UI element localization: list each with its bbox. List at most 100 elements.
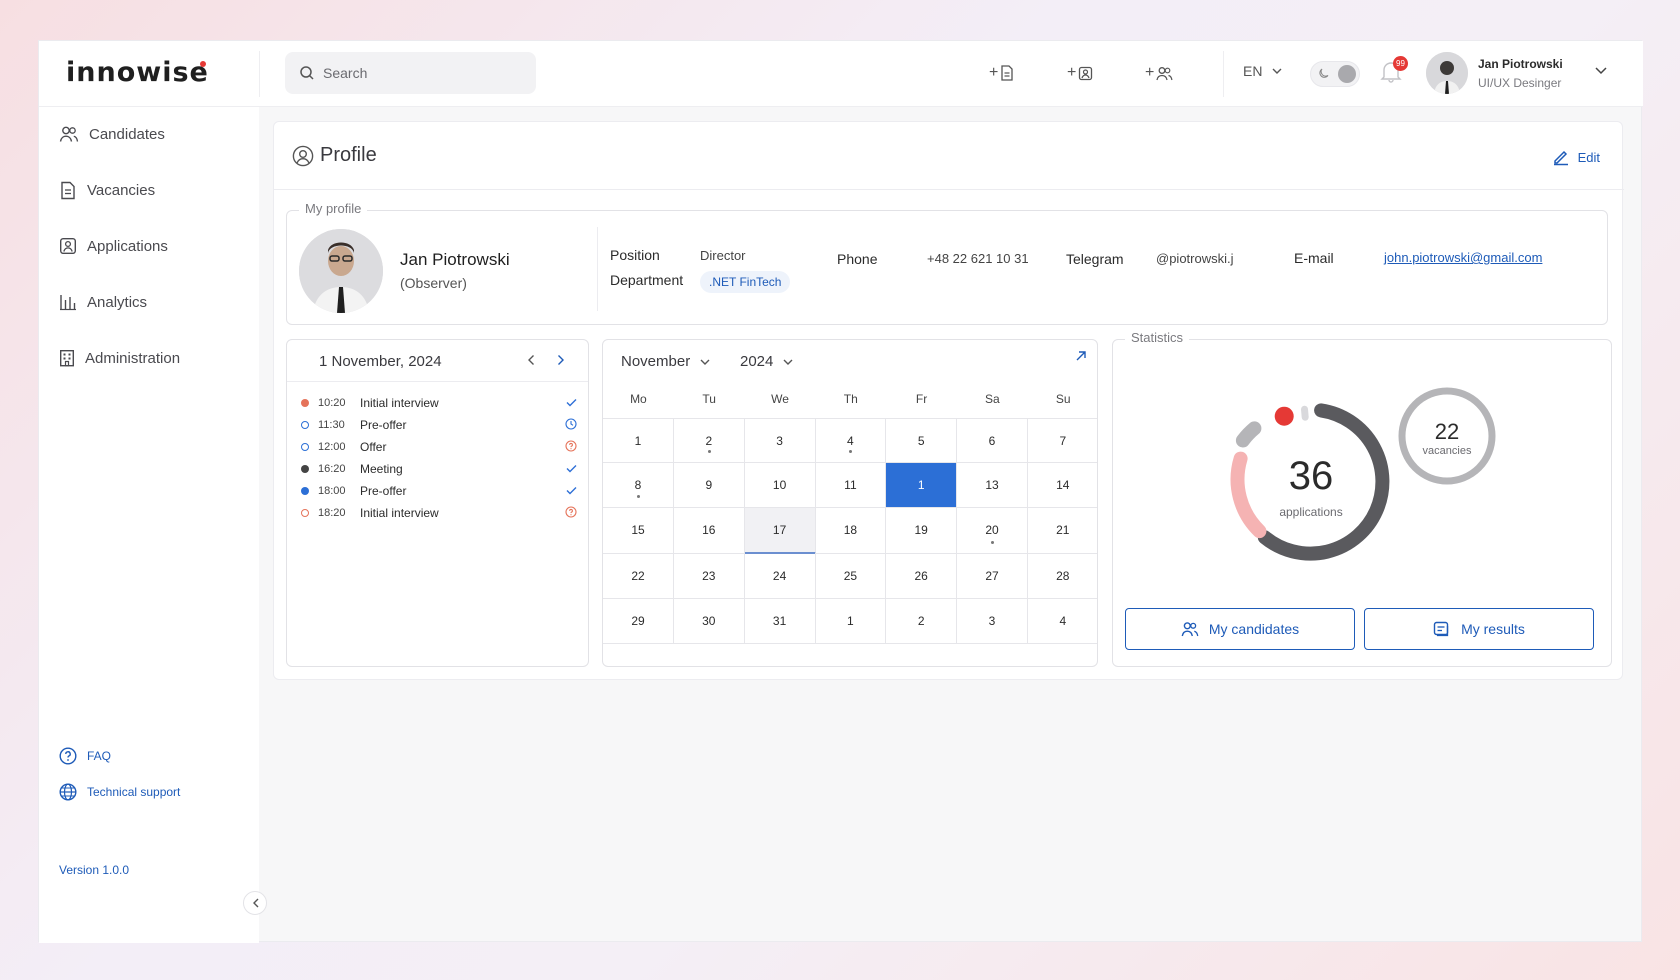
add-application-button[interactable]: + bbox=[1067, 61, 1093, 85]
calendar-day[interactable]: 6 bbox=[957, 418, 1028, 464]
day-number: 25 bbox=[843, 568, 858, 583]
technical-support-link[interactable]: Technical support bbox=[59, 783, 180, 801]
calendar-day[interactable]: 8 bbox=[603, 463, 674, 509]
users-icon bbox=[59, 126, 79, 142]
calendar-day[interactable]: 2 bbox=[673, 418, 745, 464]
vacancies-count: 22 bbox=[1434, 419, 1460, 444]
email-link[interactable]: john.piotrowski@gmail.com bbox=[1384, 250, 1542, 265]
day-number: 2 bbox=[705, 433, 713, 448]
position-label: Position bbox=[610, 247, 660, 263]
year-select[interactable]: 2024 bbox=[740, 353, 793, 370]
calendar-day[interactable]: 2 bbox=[886, 598, 958, 644]
calendar-day[interactable]: 5 bbox=[886, 418, 958, 464]
day-number: 21 bbox=[1056, 523, 1070, 538]
expand-icon[interactable] bbox=[1075, 350, 1087, 362]
month-label: November bbox=[621, 353, 691, 370]
theme-toggle[interactable] bbox=[1310, 61, 1360, 87]
language-select[interactable]: EN bbox=[1243, 63, 1282, 79]
sidebar-item-vacancies[interactable]: Vacancies bbox=[59, 181, 155, 200]
calendar-day[interactable]: 1 bbox=[815, 598, 887, 644]
calendar-day[interactable]: 14 bbox=[1027, 463, 1097, 509]
event-row[interactable]: 18:20 Initial interview bbox=[301, 503, 577, 523]
profile-card: Profile Edit My profile Jan Piotrowski (… bbox=[273, 121, 1624, 680]
collapse-sidebar-button[interactable] bbox=[243, 891, 267, 915]
calendar-day[interactable]: 9 bbox=[673, 463, 745, 509]
logo: innowise bbox=[66, 57, 209, 88]
event-status-dot bbox=[301, 465, 309, 473]
chevron-right-icon[interactable] bbox=[557, 354, 565, 366]
event-row[interactable]: 18:00 Pre-offer bbox=[301, 481, 577, 501]
calendar-day[interactable]: 20 bbox=[957, 508, 1028, 554]
calendar-day[interactable]: 17 bbox=[744, 508, 816, 554]
sidebar-item-administration[interactable]: Administration bbox=[59, 349, 180, 367]
event-row[interactable]: 10:20 Initial interview bbox=[301, 393, 577, 413]
my-candidates-button[interactable]: My candidates bbox=[1125, 608, 1355, 650]
schedule-date: 1 November, 2024 bbox=[319, 353, 442, 370]
divider bbox=[597, 227, 598, 311]
add-vacancy-button[interactable]: + bbox=[989, 61, 1014, 85]
sidebar-item-candidates[interactable]: Candidates bbox=[59, 125, 165, 143]
avatar[interactable] bbox=[1426, 52, 1468, 94]
event-row[interactable]: 11:30 Pre-offer bbox=[301, 415, 577, 435]
calendar-day[interactable]: 15 bbox=[603, 508, 674, 554]
event-row[interactable]: 12:00 Offer bbox=[301, 437, 577, 457]
sidebar-item-label: Candidates bbox=[89, 125, 165, 143]
sidebar-item-applications[interactable]: Applications bbox=[59, 237, 168, 255]
event-title: Offer bbox=[360, 440, 387, 454]
calendar-day[interactable]: 18 bbox=[815, 508, 887, 554]
calendar-day[interactable]: 27 bbox=[957, 553, 1028, 599]
card-header: Profile Edit bbox=[274, 122, 1624, 190]
statistics-section: Statistics 36 applications 22 vacancies … bbox=[1112, 330, 1612, 667]
chevron-left-icon[interactable] bbox=[527, 354, 535, 366]
day-number: 6 bbox=[988, 433, 996, 448]
calendar-day[interactable]: 13 bbox=[957, 463, 1028, 509]
calendar-day[interactable]: 25 bbox=[815, 553, 887, 599]
calendar-day[interactable]: 3 bbox=[744, 418, 816, 464]
day-number: 9 bbox=[705, 478, 713, 493]
sidebar-item-analytics[interactable]: Analytics bbox=[59, 293, 147, 311]
add-candidate-button[interactable]: + bbox=[1145, 61, 1173, 85]
calendar-day[interactable]: 21 bbox=[1027, 508, 1097, 554]
event-status-dot bbox=[301, 443, 309, 451]
calendar-day[interactable]: 30 bbox=[673, 598, 745, 644]
email-label: E-mail bbox=[1294, 250, 1334, 266]
calendar-day[interactable]: 29 bbox=[603, 598, 674, 644]
calendar-day[interactable]: 1 bbox=[603, 418, 674, 464]
plus-label: + bbox=[1145, 64, 1155, 81]
calendar-day[interactable]: 3 bbox=[957, 598, 1028, 644]
weekday-label: We bbox=[771, 392, 789, 406]
event-row[interactable]: 16:20 Meeting bbox=[301, 459, 577, 479]
calendar-day[interactable]: 11 bbox=[815, 463, 887, 509]
calendar-day[interactable]: 10 bbox=[744, 463, 816, 509]
top-bar: innowise Search + + + EN 99 Jan Piotrows… bbox=[39, 41, 1643, 107]
page-title-text: Profile bbox=[320, 144, 377, 166]
calendar-day[interactable]: 22 bbox=[603, 553, 674, 599]
application-icon bbox=[1079, 66, 1093, 80]
calendar-day[interactable]: 19 bbox=[886, 508, 958, 554]
chevron-down-icon[interactable] bbox=[1595, 67, 1607, 75]
language-label: EN bbox=[1243, 63, 1263, 79]
calendar-day[interactable]: 31 bbox=[744, 598, 816, 644]
edit-button[interactable]: Edit bbox=[1552, 148, 1600, 166]
calendar-day[interactable]: 7 bbox=[1027, 418, 1097, 464]
sidebar-item-label: Analytics bbox=[87, 293, 148, 311]
chevron-down-icon bbox=[700, 359, 710, 365]
calendar-day[interactable]: 24 bbox=[744, 553, 816, 599]
my-results-button[interactable]: My results bbox=[1364, 608, 1594, 650]
calendar-day[interactable]: 4 bbox=[815, 418, 887, 464]
chevron-left-icon bbox=[252, 898, 258, 908]
calendar-day[interactable]: 16 bbox=[673, 508, 745, 554]
calendar-day[interactable]: 26 bbox=[886, 553, 958, 599]
calendar-day[interactable]: 23 bbox=[673, 553, 745, 599]
day-number: 30 bbox=[702, 613, 716, 628]
calendar-day[interactable]: 28 bbox=[1027, 554, 1097, 599]
calendar-day[interactable]: 1 bbox=[886, 463, 958, 509]
my-candidates-label: My candidates bbox=[1208, 621, 1300, 637]
month-select[interactable]: November bbox=[621, 353, 710, 370]
weekday-label: Th bbox=[843, 392, 858, 406]
calendar-day[interactable]: 4 bbox=[1027, 599, 1097, 644]
day-number: 23 bbox=[702, 568, 716, 583]
search-input[interactable]: Search bbox=[285, 52, 536, 94]
toggle-knob bbox=[1338, 65, 1356, 83]
faq-link[interactable]: FAQ bbox=[59, 747, 111, 765]
